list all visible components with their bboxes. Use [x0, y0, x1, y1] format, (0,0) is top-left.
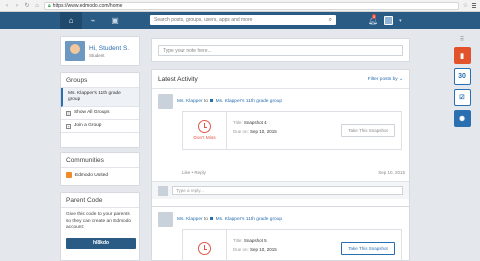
post-header: Ms. Klapper to Ms. Klapper's 11th grade …	[177, 99, 282, 104]
author-avatar[interactable]	[158, 94, 173, 109]
activity-feed: Latest Activity Filter posts by ⌄ Ms. Kl…	[151, 69, 410, 210]
group-link[interactable]: Ms. Klapper's 11th grade group	[216, 99, 282, 104]
communities-panel: Communities Edmodo United	[60, 152, 140, 186]
reply-input[interactable]: Type a reply...	[172, 186, 403, 195]
take-snapshot-button[interactable]: Take This Snapshot	[341, 242, 395, 255]
post-composer: Type your note here...	[151, 38, 410, 62]
post: Ms. Klapper to Ms. Klapper's 11th grade …	[152, 207, 409, 261]
home-icon[interactable]: ⌂	[34, 3, 40, 9]
community-item[interactable]: Edmodo United	[61, 168, 139, 182]
progress-nav-icon[interactable]: ⌁	[82, 12, 104, 29]
lock-icon: 🔒︎	[48, 2, 51, 9]
post-header: Ms. Klapper to Ms. Klapper's 11th grade …	[177, 217, 282, 222]
author-link[interactable]: Ms. Klapper	[177, 99, 203, 104]
search-icon[interactable]: ⌕	[329, 17, 332, 24]
activity-post-2: Ms. Klapper to Ms. Klapper's 11th grade …	[151, 206, 410, 261]
browser-toolbar: ‹ › ↻ ⌂ 🔒︎ https://www.edmodo.com/home ☆	[0, 0, 480, 12]
community-label: Edmodo United	[75, 172, 109, 178]
reply-avatar	[158, 185, 168, 196]
search-input[interactable]	[154, 17, 324, 23]
dont-miss-label: Don't Miss	[193, 136, 216, 141]
groups-title: Groups	[61, 73, 139, 88]
parent-code-panel: Parent Code Give this code to your paren…	[60, 192, 140, 261]
avatar[interactable]	[65, 41, 85, 61]
browser-menu-icon[interactable]	[472, 3, 476, 8]
communities-title: Communities	[61, 153, 139, 168]
notifications-bell-icon[interactable]: 🔔︎ 5	[368, 14, 378, 25]
reload-icon[interactable]: ↻	[24, 3, 30, 9]
group-link[interactable]: Ms. Klapper's 11th grade group	[216, 217, 282, 222]
greeting[interactable]: Hi, Student S.	[89, 45, 129, 52]
chevron-down-icon[interactable]: ▾	[399, 18, 402, 24]
user-role: Student	[89, 52, 105, 58]
forward-icon[interactable]: ›	[14, 3, 20, 9]
reply-link[interactable]: Reply	[194, 170, 206, 175]
plus-icon: +	[66, 123, 71, 129]
parent-code-text: Give this code to your parents so they c…	[66, 212, 132, 230]
snapshot-card: Title: Snapshot 5 Due on: Sep 10, 2015 T…	[182, 229, 402, 261]
take-snapshot-button[interactable]: Take This Snapshot	[341, 124, 395, 137]
clock-icon	[198, 242, 211, 255]
search-bar[interactable]: ⌕	[150, 15, 336, 25]
apps-grid-icon[interactable]: ⠿	[460, 36, 464, 43]
url-text: https://www.edmodo.com/home	[52, 2, 123, 9]
group-item-klapper[interactable]: Ms. Klapper's 11th grade group	[61, 88, 139, 107]
list-icon: ≡	[66, 110, 71, 116]
post-date: Sep 10, 2015	[378, 170, 405, 175]
edmodo-united-icon	[66, 172, 72, 178]
reply-bar: Type a reply...	[152, 181, 409, 199]
quiz-app-icon[interactable]: ☑	[453, 89, 471, 106]
office-app-icon[interactable]: ▮	[453, 47, 471, 64]
author-avatar[interactable]	[158, 212, 173, 227]
author-link[interactable]: Ms. Klapper	[177, 217, 203, 222]
post-to: to	[203, 99, 208, 104]
snapshot-title: Snapshot 4	[243, 120, 267, 125]
backpack-nav-icon[interactable]: ▣	[104, 12, 126, 29]
calendar-app-icon[interactable]: 30	[453, 68, 471, 85]
app-launcher: ⠿ ▮ 30 ☑ ✺	[452, 36, 472, 127]
due-date: Sep 10, 2015	[250, 247, 277, 252]
show-all-groups-label: Show All Groups	[74, 110, 110, 115]
profile-card: Hi, Student S. Student	[60, 36, 140, 66]
account-avatar[interactable]	[384, 16, 394, 25]
group-icon	[210, 217, 214, 220]
clock-icon	[198, 120, 211, 133]
title-label: Title:	[233, 238, 243, 243]
feed-title: Latest Activity	[158, 75, 198, 83]
parent-code-title: Parent Code	[61, 193, 139, 208]
home-nav-icon[interactable]: ⌂	[60, 12, 82, 29]
post: Ms. Klapper to Ms. Klapper's 11th grade …	[152, 89, 409, 150]
top-nav: ⌂ ⌁ ▣ ⌕ 🔔︎5 ▾	[0, 12, 480, 29]
due-label: Due on:	[233, 129, 249, 134]
like-link[interactable]: Like	[182, 170, 190, 175]
back-icon[interactable]: ‹	[4, 3, 10, 9]
title-label: Title:	[233, 120, 243, 125]
join-group[interactable]: + Join a Group	[61, 120, 139, 133]
show-all-groups[interactable]: ≡ Show All Groups	[61, 107, 139, 120]
lightbulb-app-icon[interactable]: ✺	[453, 110, 471, 127]
note-input[interactable]: Type your note here...	[158, 45, 403, 56]
notification-badge: 5	[372, 14, 377, 19]
group-icon	[210, 99, 214, 102]
bookmark-star-icon[interactable]: ☆	[463, 2, 468, 9]
join-group-label: Join a Group	[74, 123, 102, 128]
filter-posts-dropdown[interactable]: Filter posts by ⌄	[368, 77, 403, 82]
parent-code-button[interactable]: hl8kdo	[66, 237, 136, 249]
snapshot-title: Snapshot 5	[243, 238, 267, 243]
due-date: Sep 10, 2015	[250, 129, 277, 134]
address-bar[interactable]: 🔒︎ https://www.edmodo.com/home	[44, 1, 459, 10]
groups-panel: Groups Ms. Klapper's 11th grade group ≡ …	[60, 72, 140, 148]
due-label: Due on:	[233, 247, 249, 252]
snapshot-card: Don't Miss Title: Snapshot 4 Due on: Sep…	[182, 111, 402, 150]
post-to: to	[203, 217, 208, 222]
